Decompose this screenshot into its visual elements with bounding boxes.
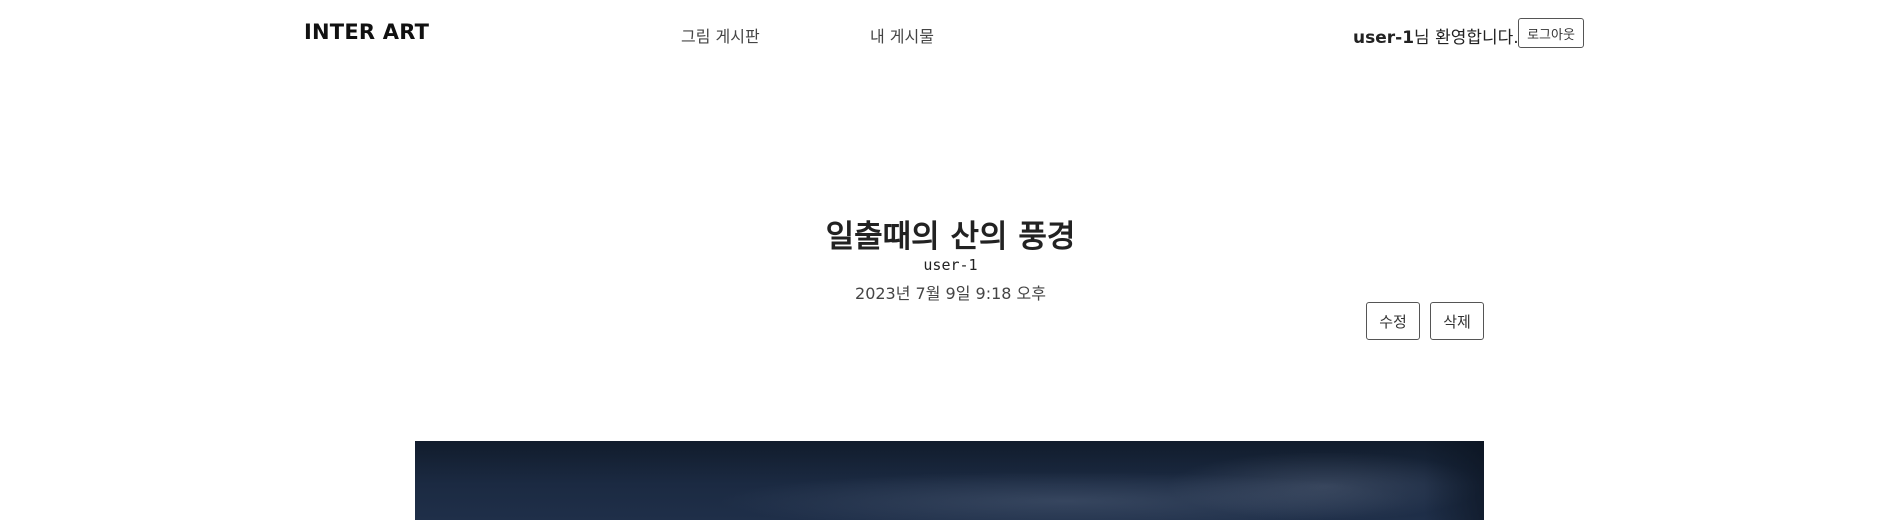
nav-link-my-posts[interactable]: 내 게시물: [870, 23, 934, 47]
site-logo[interactable]: INTER ART: [304, 20, 429, 44]
welcome-message: user-1님 환영합니다.: [1353, 23, 1519, 48]
navbar: INTER ART 그림 게시판 내 게시물 user-1님 환영합니다. 로그…: [0, 0, 1901, 68]
delete-button[interactable]: 삭제: [1430, 302, 1484, 340]
post-title: 일출때의 산의 풍경: [825, 219, 1076, 255]
post-date: 2023년 7월 9일 9:18 오후: [855, 284, 1046, 303]
nav-link-board[interactable]: 그림 게시판: [681, 23, 760, 47]
post-author: user-1: [923, 256, 978, 274]
logout-button[interactable]: 로그아웃: [1518, 18, 1584, 48]
image-edge-shade: [1424, 441, 1484, 520]
welcome-username: user-1: [1353, 28, 1415, 48]
welcome-suffix: 님 환영합니다.: [1414, 28, 1519, 48]
post-image: [415, 441, 1484, 520]
edit-button[interactable]: 수정: [1366, 302, 1420, 340]
